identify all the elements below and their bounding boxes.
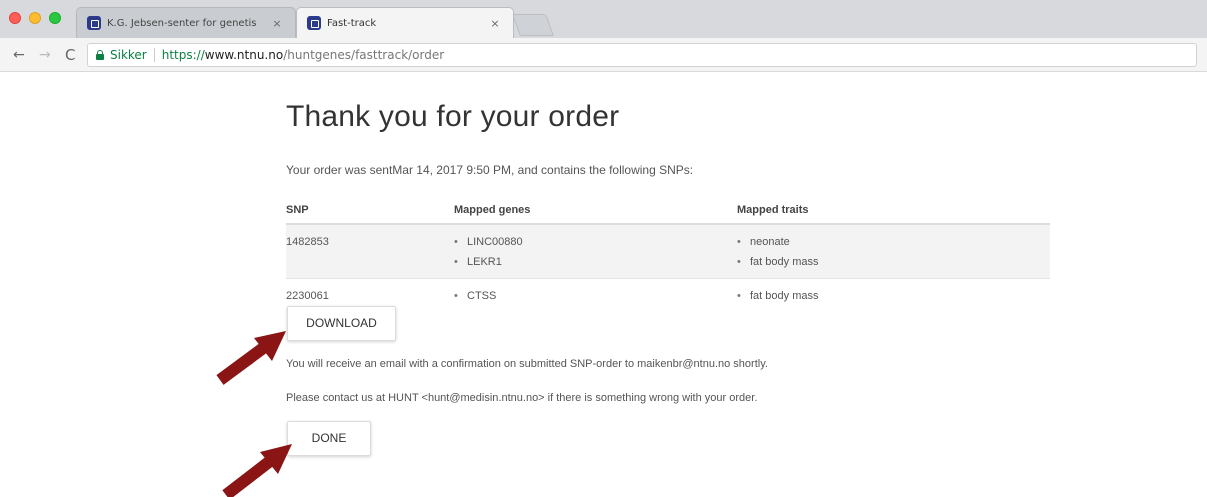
secure-label: Sikker <box>110 48 147 62</box>
column-header-snp: SNP <box>286 196 454 225</box>
genes-cell: LINC00880 LEKR1 <box>454 223 737 279</box>
traits-cell: fat body mass <box>737 278 1050 312</box>
tab-kg-jebsen[interactable]: K.G. Jebsen-senter for genetis × <box>76 7 296 38</box>
site-favicon-icon <box>87 16 101 30</box>
page-title: Thank you for your order <box>286 100 620 133</box>
table-row: 1482853 LINC00880 LEKR1 neonate fat body… <box>286 223 1050 279</box>
snp-cell: 1482853 <box>286 223 454 279</box>
snp-id: 2230061 <box>286 290 329 302</box>
minimize-window-button[interactable] <box>29 12 41 24</box>
browser-titlebar: K.G. Jebsen-senter for genetis × Fast-tr… <box>0 0 1207 38</box>
snp-table: SNP Mapped genes Mapped traits 1482853 L… <box>286 196 1050 312</box>
new-tab-button[interactable] <box>511 14 555 36</box>
url-host: www.ntnu.no <box>204 48 284 62</box>
snp-id: 1482853 <box>286 236 329 248</box>
annotation-arrow-done-icon <box>222 444 292 497</box>
address-divider <box>153 48 155 62</box>
gene-item: LEKR1 <box>454 252 737 272</box>
forward-arrow-icon[interactable]: → <box>39 47 51 63</box>
tab-title: Fast-track <box>327 17 377 29</box>
gene-item: CTSS <box>454 286 737 306</box>
tab-fast-track[interactable]: Fast-track × <box>296 7 514 38</box>
address-bar[interactable]: Sikker https:// www.ntnu.no /huntgenes/f… <box>87 43 1197 67</box>
browser-toolbar: ← → C Sikker https:// www.ntnu.no /huntg… <box>0 38 1207 72</box>
table-row: 2230061 CTSS fat body mass <box>286 278 1050 312</box>
genes-cell: CTSS <box>454 278 737 312</box>
url-path: /huntgenes/fasttrack/order <box>283 48 445 62</box>
tab-title: K.G. Jebsen-senter for genetis <box>107 17 257 29</box>
site-favicon-icon <box>307 16 321 30</box>
trait-item: fat body mass <box>737 286 1050 306</box>
close-window-button[interactable] <box>9 12 21 24</box>
download-button[interactable]: DOWNLOAD <box>287 306 396 341</box>
trait-item: neonate <box>737 232 1050 252</box>
annotation-arrow-download-icon <box>216 331 286 385</box>
trait-item: fat body mass <box>737 252 1050 272</box>
contact-text: Please contact us at HUNT <hunt@medisin.… <box>286 392 758 404</box>
table-header-row: SNP Mapped genes Mapped traits <box>286 196 1050 225</box>
lock-icon <box>96 50 104 60</box>
tab-close-icon[interactable]: × <box>269 17 285 30</box>
order-confirmation: Thank you for your order Your order was … <box>286 100 1050 312</box>
maximize-window-button[interactable] <box>49 12 61 24</box>
email-confirmation-text: You will receive an email with a confirm… <box>286 358 768 370</box>
traits-cell: neonate fat body mass <box>737 223 1050 279</box>
column-header-mapped-genes: Mapped genes <box>454 196 737 225</box>
order-summary-text: Your order was sentMar 14, 2017 9:50 PM,… <box>286 163 694 177</box>
column-header-mapped-traits: Mapped traits <box>737 196 1050 225</box>
gene-item: LINC00880 <box>454 232 737 252</box>
tab-close-icon[interactable]: × <box>487 17 503 30</box>
url-scheme: https:// <box>161 48 205 62</box>
back-arrow-icon[interactable]: ← <box>13 47 25 63</box>
reload-icon[interactable]: C <box>65 47 75 63</box>
